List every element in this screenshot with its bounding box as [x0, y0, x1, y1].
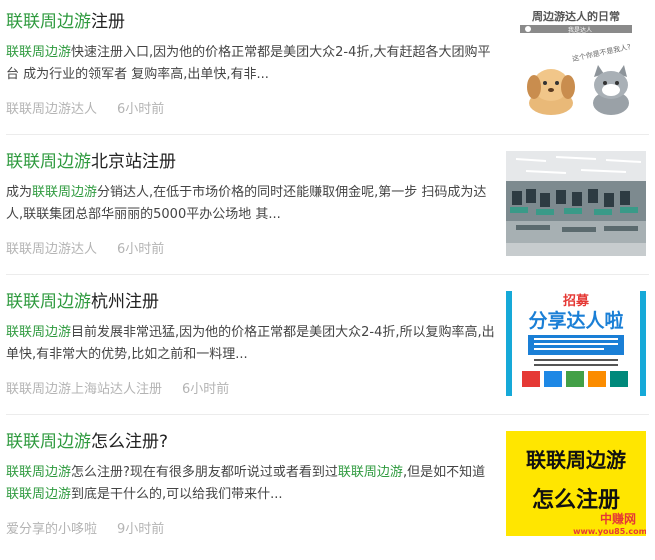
article-meta: 联联周边游达人 6小时前	[6, 238, 164, 257]
article-thumbnail[interactable]: 周边游达人的日常 我是达人 这个你是不是我人?	[506, 11, 646, 116]
watermark-url: www.you85.com	[573, 527, 646, 536]
title-keyword: 联联周边游	[6, 292, 91, 312]
article-summary: 联联周边游目前发展非常迅猛,因为他的价格正常都是美团大众2-4折,所以复购率高,…	[6, 322, 496, 366]
office-photo-image	[506, 151, 646, 256]
article-title[interactable]: 联联周边游注册	[6, 10, 125, 34]
title-rest: 注册	[91, 12, 125, 32]
article-author[interactable]: 联联周边游达人	[6, 242, 97, 257]
summary-text: 成为	[6, 185, 33, 200]
article-title[interactable]: 联联周边游北京站注册	[6, 150, 176, 174]
article-card[interactable]: 联联周边游杭州注册 联联周边游目前发展非常迅猛,因为他的价格正常都是美团大众2-…	[0, 280, 655, 420]
article-meta: 联联周边游达人 6小时前	[6, 98, 164, 117]
article-meta: 爱分享的小哆啦 9小时前	[6, 518, 164, 537]
title-keyword: 联联周边游	[6, 432, 91, 452]
cartoon-thumbnail-image: 周边游达人的日常 我是达人 这个你是不是我人?	[506, 11, 646, 116]
thumb-caption: 周边游达人的日常	[532, 11, 620, 23]
article-summary: 联联周边游快速注册入口,因为他的价格正常都是美团大众2-4折,大有赶超各大团购平…	[6, 42, 496, 86]
summary-keyword: 联联周边游	[337, 465, 403, 480]
divider	[6, 274, 649, 275]
article-meta: 联联周边游上海站达人注册 6小时前	[6, 378, 229, 397]
article-author[interactable]: 爱分享的小哆啦	[6, 522, 97, 537]
summary-keyword: 联联周边游	[6, 325, 72, 340]
summary-text: 快速注册入口,因为他的价格正常都是美团大众2-4折,大有赶超各大团购平台 成为行…	[6, 45, 491, 82]
poster-headline: 分享达人啦	[528, 309, 623, 332]
summary-keyword: 联联周边游	[6, 45, 72, 60]
summary-text: 到底是干什么的,可以给我们带来什...	[71, 487, 283, 502]
article-card[interactable]: 联联周边游注册 联联周边游快速注册入口,因为他的价格正常都是美团大众2-4折,大…	[0, 0, 655, 140]
article-time: 6小时前	[117, 242, 165, 257]
summary-text: 目前发展非常迅猛,因为他的价格正常都是美团大众2-4折,所以复购率高,出单快,有…	[6, 325, 495, 362]
thumb-note: 我是达人	[568, 26, 592, 34]
article-title[interactable]: 联联周边游怎么注册?	[6, 430, 168, 454]
recruit-poster-image: 招募 分享达人啦	[506, 291, 646, 396]
divider	[6, 414, 649, 415]
article-card[interactable]: 联联周边游怎么注册? 联联周边游怎么注册?现在有很多朋友都听说过或者看到过联联周…	[0, 420, 655, 560]
title-keyword: 联联周边游	[6, 12, 91, 32]
article-author[interactable]: 联联周边游上海站达人注册	[6, 382, 162, 397]
title-rest: 北京站注册	[91, 152, 176, 172]
article-time: 9小时前	[117, 522, 165, 537]
summary-text: 怎么注册?现在有很多朋友都听说过或者看到过	[71, 465, 338, 480]
title-rest: 杭州注册	[91, 292, 159, 312]
article-summary: 联联周边游怎么注册?现在有很多朋友都听说过或者看到过联联周边游,但是如不知道联联…	[6, 462, 496, 506]
summary-keyword: 联联周边游	[6, 465, 72, 480]
title-rest: 怎么注册?	[91, 432, 169, 452]
article-card[interactable]: 联联周边游北京站注册 成为联联周边游分销达人,在低于市场价格的同时还能赚取佣金呢…	[0, 140, 655, 280]
article-time: 6小时前	[117, 102, 165, 117]
thumb-line1: 联联周边游	[526, 448, 626, 472]
article-thumbnail[interactable]: 招募 分享达人啦	[506, 291, 646, 396]
article-thumbnail[interactable]: 联联周边游 怎么注册 中赚网 www.you85.com	[506, 431, 646, 536]
thumb-line2: 怎么注册	[532, 487, 620, 513]
summary-keyword: 联联周边游	[32, 185, 98, 200]
article-time: 6小时前	[182, 382, 230, 397]
title-keyword: 联联周边游	[6, 152, 91, 172]
article-thumbnail[interactable]	[506, 151, 646, 256]
article-author[interactable]: 联联周边游达人	[6, 102, 97, 117]
article-summary: 成为联联周边游分销达人,在低于市场价格的同时还能赚取佣金呢,第一步 扫码成为达人…	[6, 182, 496, 226]
yellow-title-image: 联联周边游 怎么注册 中赚网 www.you85.com	[506, 431, 646, 536]
summary-text: ,但是如不知道	[402, 465, 486, 480]
article-title[interactable]: 联联周边游杭州注册	[6, 290, 159, 314]
watermark-logo: 中赚网	[600, 511, 636, 526]
divider	[6, 134, 649, 135]
poster-top-text: 招募	[563, 293, 590, 309]
summary-keyword: 联联周边游	[6, 487, 72, 502]
article-feed: 联联周边游注册 联联周边游快速注册入口,因为他的价格正常都是美团大众2-4折,大…	[0, 0, 655, 546]
